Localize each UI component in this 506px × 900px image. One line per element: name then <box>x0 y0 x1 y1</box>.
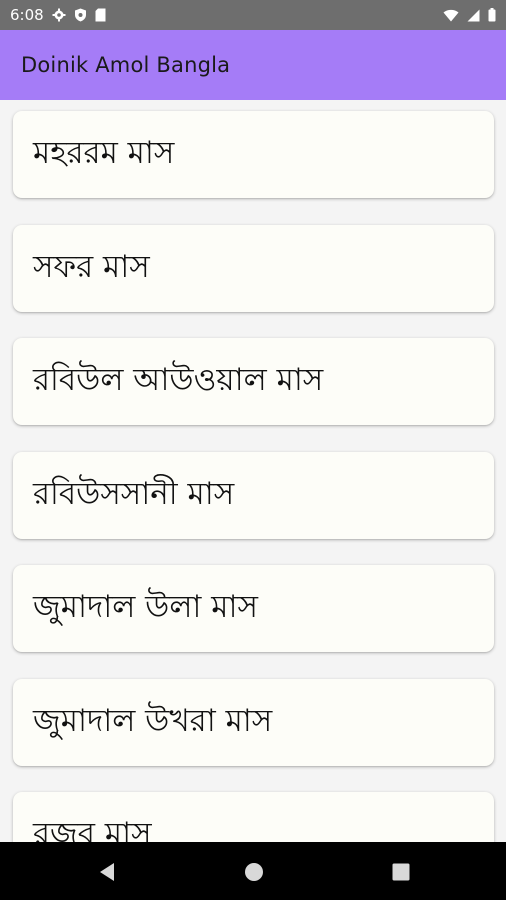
list-item-month[interactable]: রবিউল আউওয়াল মাস <box>13 338 494 425</box>
list-item-month[interactable]: রবিউসসানী মাস <box>13 452 494 539</box>
back-icon[interactable] <box>95 860 119 884</box>
list-item-label: জুমাদাল উখরা মাস <box>33 702 273 739</box>
app-title: Doinik Amol Bangla <box>21 53 231 77</box>
wifi-icon <box>443 9 459 22</box>
signal-icon <box>467 9 480 22</box>
recents-icon[interactable] <box>389 860 413 884</box>
list-item-label: রবিউল আউওয়াল মাস <box>33 361 324 398</box>
app-bar: Doinik Amol Bangla <box>0 30 506 100</box>
list-item-month[interactable]: জুমাদাল উলা মাস <box>13 565 494 652</box>
status-time: 6:08 <box>10 6 44 24</box>
list-item-month[interactable]: সফর মাস <box>13 225 494 312</box>
gear-icon <box>52 8 66 22</box>
status-bar: 6:08 <box>0 0 506 30</box>
list-item-label: রজব মাস <box>33 815 152 843</box>
month-list[interactable]: মহররম মাস সফর মাস রবিউল আউওয়াল মাস রবিউ… <box>0 100 506 842</box>
list-item-month[interactable]: জুমাদাল উখরা মাস <box>13 679 494 766</box>
shield-icon <box>74 8 87 22</box>
list-item-label: সফর মাস <box>33 248 150 285</box>
list-item-month[interactable]: মহররম মাস <box>13 111 494 198</box>
sd-card-icon <box>95 8 106 22</box>
battery-icon <box>488 8 496 22</box>
list-item-month[interactable]: রজব মাস <box>13 792 494 842</box>
home-icon[interactable] <box>242 860 266 884</box>
list-item-label: জুমাদাল উলা মাস <box>33 588 258 625</box>
list-item-label: রবিউসসানী মাস <box>33 475 235 512</box>
list-item-label: মহররম মাস <box>33 134 175 171</box>
navigation-bar <box>0 842 506 900</box>
